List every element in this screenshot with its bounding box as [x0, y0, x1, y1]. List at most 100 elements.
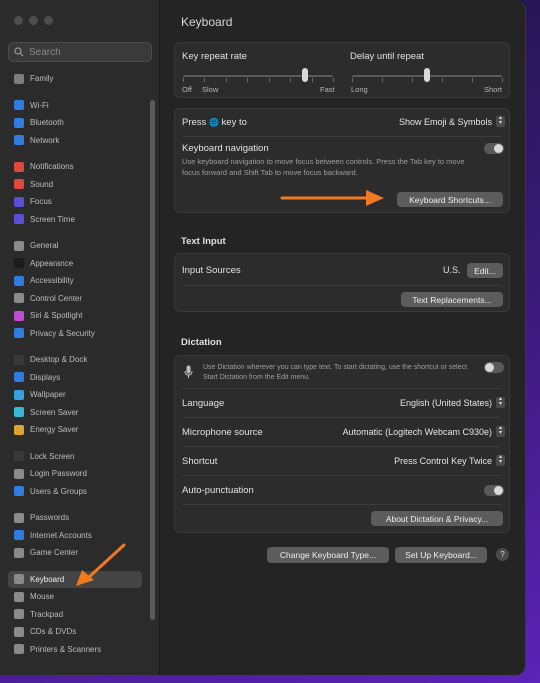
language-value: English (United States) [399, 397, 492, 408]
sidebar-item-privacy-security[interactable]: Privacy & Security [0, 325, 150, 343]
sidebar-item-label: CDs & DVDs [30, 627, 77, 637]
sidebar-item-cds-dvds[interactable]: CDs & DVDs [0, 623, 150, 641]
sidebar-item-label: Notifications [30, 162, 74, 172]
sidebar-item-icon [14, 73, 24, 84]
mic-source-popup[interactable]: Automatic (Logitech Webcam C930e) ▴ ▾ [342, 425, 505, 437]
search-input[interactable]: Search [8, 42, 152, 62]
sidebar-item-label: Appearance [30, 258, 74, 268]
sidebar-item-label: Trackpad [30, 609, 64, 619]
sidebar-item-desktop-dock[interactable]: Desktop & Dock [0, 351, 150, 369]
sidebar-item-accessibility[interactable]: Accessibility [0, 272, 150, 290]
edit-input-sources-button[interactable]: Edit... [467, 263, 503, 278]
text-replacements-button[interactable]: Text Replacements... [401, 292, 503, 307]
change-keyboard-type-button[interactable]: Change Keyboard Type... [267, 547, 389, 563]
dictation-toggle[interactable] [484, 362, 504, 373]
sidebar-item-icon [14, 626, 24, 637]
sidebar-item-screen-time[interactable]: Screen Time [0, 211, 150, 229]
updown-chevron-icon: ▴ ▾ [496, 454, 505, 466]
press-key-popup[interactable]: Show Emoji & Symbols ▴ ▾ [399, 115, 505, 127]
help-button[interactable]: ? [496, 548, 509, 561]
sidebar-item-sound[interactable]: Sound [0, 176, 150, 194]
sidebar-item-icon [14, 407, 24, 418]
key-repeat-fast: Fast [320, 85, 335, 94]
language-popup[interactable]: English (United States) ▴ ▾ [399, 396, 505, 408]
search-placeholder: Search [29, 46, 61, 58]
sidebar-item-icon [14, 328, 24, 339]
annotation-arrow-right-icon [280, 190, 384, 206]
close-window-button[interactable] [14, 16, 23, 25]
sidebar-item-mouse[interactable]: Mouse [0, 588, 150, 606]
sidebar-item-general[interactable]: General [0, 237, 150, 255]
annotation-arrow-down-left-icon [76, 543, 126, 586]
sidebar-item-control-center[interactable]: Control Center [0, 290, 150, 308]
sidebar-item-icon [14, 486, 24, 497]
sidebar-item-users-groups[interactable]: Users & Groups [0, 483, 150, 501]
search-icon [14, 47, 24, 57]
sidebar-item-displays[interactable]: Displays [0, 369, 150, 387]
sidebar-item-siri-spotlight[interactable]: Siri & Spotlight [0, 307, 150, 325]
sidebar-item-focus[interactable]: Focus [0, 193, 150, 211]
sidebar-item-printers-scanners[interactable]: Printers & Scanners [0, 641, 150, 659]
sidebar-item-label: Privacy & Security [30, 328, 95, 338]
sidebar-item-icon [14, 258, 24, 269]
slider-tick [502, 78, 503, 82]
sidebar-item-bluetooth[interactable]: Bluetooth [0, 114, 150, 132]
sidebar-item-icon [14, 117, 24, 128]
minimize-window-button[interactable] [29, 16, 38, 25]
input-sources-value: U.S. [443, 265, 461, 275]
sidebar-item-notifications[interactable]: Notifications [0, 158, 150, 176]
sidebar-item-screen-saver[interactable]: Screen Saver [0, 404, 150, 422]
sidebar-item-label: Desktop & Dock [30, 355, 88, 365]
sidebar-item-passwords[interactable]: Passwords [0, 509, 150, 527]
keyboard-nav-toggle[interactable] [484, 143, 504, 154]
sidebar-item-icon [14, 214, 24, 225]
sidebar-item-lock-screen[interactable]: Lock Screen [0, 448, 150, 466]
sidebar-item-label: Screen Saver [30, 407, 79, 417]
sidebar-item-network[interactable]: Network [0, 132, 150, 150]
sidebar-item-login-password[interactable]: Login Password [0, 465, 150, 483]
shortcut-label: Shortcut [182, 456, 218, 467]
sidebar-item-appearance[interactable]: Appearance [0, 255, 150, 273]
keyboard-nav-label: Keyboard navigation [182, 143, 269, 154]
sidebar-item-icon [14, 468, 24, 479]
slider-tick [472, 78, 473, 82]
sidebar-item-label: Wi-Fi [30, 100, 49, 110]
sidebar-item-label: Sound [30, 179, 54, 189]
sidebar-item-icon [14, 161, 24, 172]
delay-repeat-slider[interactable] [424, 68, 430, 82]
sidebar-item-label: Users & Groups [30, 486, 87, 496]
sidebar-item-wallpaper[interactable]: Wallpaper [0, 386, 150, 404]
zoom-window-button[interactable] [44, 16, 53, 25]
sidebar-scrollbar[interactable] [150, 100, 155, 620]
sidebar-item-icon [14, 240, 24, 251]
sidebar-item-trackpad[interactable]: Trackpad [0, 606, 150, 624]
slider-tick [204, 78, 206, 82]
setup-keyboard-button[interactable]: Set Up Keyboard... [395, 547, 487, 563]
sidebar-item-icon [14, 451, 24, 462]
page-title: Keyboard [181, 15, 233, 29]
language-label: Language [182, 398, 225, 409]
sidebar-item-icon [14, 275, 24, 286]
sidebar-item-icon [14, 179, 24, 190]
sidebar-item-label: Printers & Scanners [30, 644, 102, 654]
press-key-pre: Press [182, 117, 207, 128]
keyboard-shortcuts-button[interactable]: Keyboard Shortcuts... [397, 192, 503, 207]
key-repeat-slider[interactable] [301, 68, 308, 82]
key-repeat-track [183, 75, 333, 77]
mic-source-value: Automatic (Logitech Webcam C930e) [342, 426, 492, 437]
about-dictation-button[interactable]: About Dictation & Privacy... [371, 511, 503, 526]
press-key-label: Press 🌐 key to [182, 117, 247, 128]
shortcut-popup[interactable]: Press Control Key Twice ▴ ▾ [394, 454, 505, 466]
slider-tick [311, 78, 313, 82]
sidebar-item-family[interactable]: Family [0, 70, 150, 88]
press-key-post: key to [221, 117, 247, 128]
updown-chevron-icon: ▴ ▾ [496, 115, 505, 127]
sidebar-item-wi-fi[interactable]: Wi-Fi [0, 97, 150, 115]
autopunct-toggle[interactable] [484, 485, 504, 496]
sidebar-item-label: Focus [30, 197, 52, 207]
sidebar-item-energy-saver[interactable]: Energy Saver [0, 421, 150, 439]
dictation-desc: Use Dictation wherever you can type text… [203, 364, 468, 381]
sidebar-item-icon [14, 389, 24, 400]
